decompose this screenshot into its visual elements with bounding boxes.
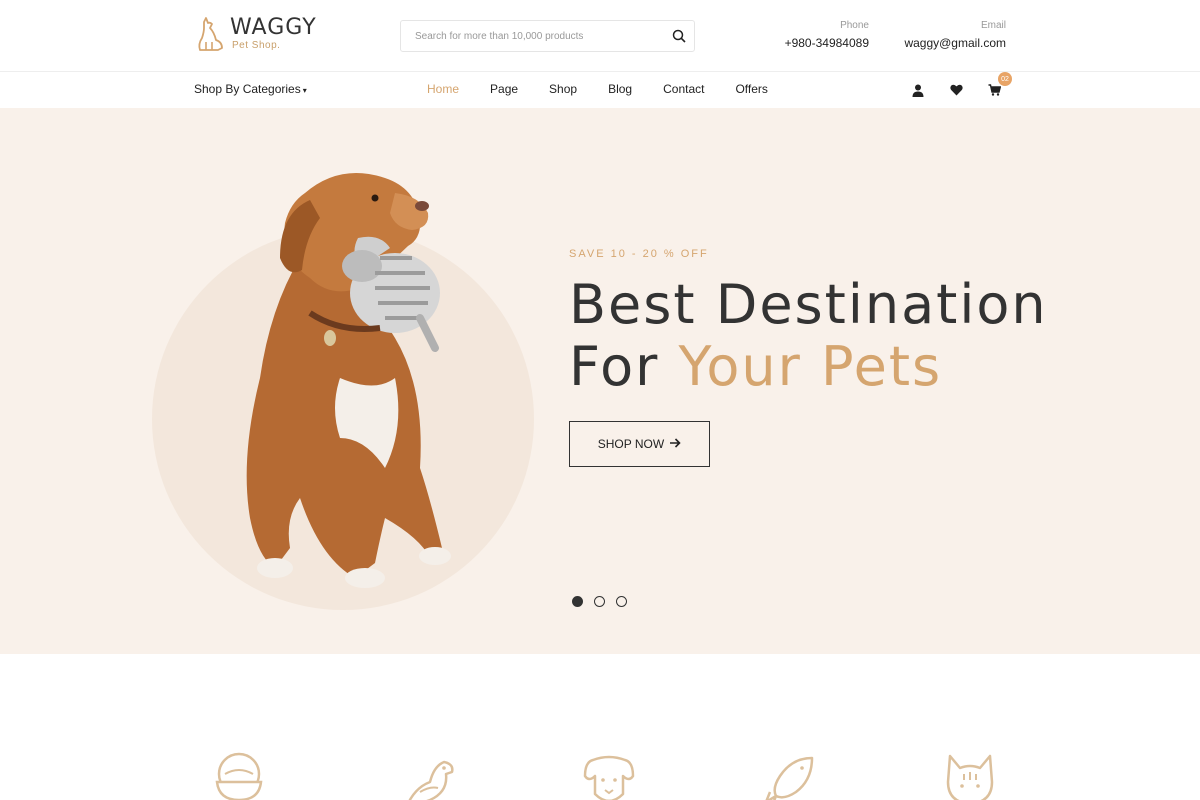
hero-banner: SAVE 10 - 20 % OFF Best Destination For … [0,108,1200,654]
heart-icon[interactable] [944,78,968,102]
cart-icon[interactable]: 02 [982,72,1012,102]
email-value[interactable]: waggy@gmail.com [904,36,1006,50]
brand-name: WAGGY [230,15,317,40]
brand-tagline: Pet Shop. [232,40,281,51]
categories-label: Shop By Categories [194,82,301,96]
email-label: Email [980,20,1006,31]
logo[interactable]: WAGGY Pet Shop. [196,16,317,52]
search-input[interactable] [401,21,664,51]
bowl-icon[interactable] [211,752,267,800]
user-icon[interactable] [906,78,930,102]
fish-icon[interactable] [762,752,818,800]
chevron-down-icon: ▾ [302,86,307,95]
discount-text: SAVE 10 - 20 % OFF [569,248,709,260]
hero-headline: Best Destination For Your Pets [569,274,1048,398]
nav-item-blog[interactable]: Blog [608,82,632,96]
nav-item-home[interactable]: Home [427,82,459,96]
nav-item-shop[interactable]: Shop [549,82,577,96]
carousel-dot-3[interactable] [616,596,627,607]
dog-with-toy-image [246,173,451,588]
carousel-dot-1[interactable] [572,596,583,607]
phone-label: Phone [840,20,869,31]
email-contact: Email waggy@gmail.com [904,20,1006,50]
cart-count-badge: 02 [998,72,1012,86]
search-icon[interactable] [664,21,694,51]
phone-value[interactable]: +980-34984089 [785,36,869,50]
nav-item-page[interactable]: Page [490,82,518,96]
headline-line-1: Best Destination [569,273,1048,336]
arrow-right-icon [670,437,681,451]
shop-by-categories-dropdown[interactable]: Shop By Categories ▾ [194,82,307,96]
nav-menu: Home Page Shop Blog Contact Offers [427,82,799,96]
main-nav: Shop By Categories ▾ Home Page Shop Blog … [0,72,1200,108]
nav-item-contact[interactable]: Contact [663,82,704,96]
carousel-dot-2[interactable] [594,596,605,607]
bird-icon[interactable] [400,752,456,800]
cat-icon[interactable] [942,752,998,800]
nav-item-offers[interactable]: Offers [735,82,767,96]
nav-icons: 02 [892,72,1012,102]
phone-contact: Phone +980-34984089 [785,20,869,50]
dog-icon[interactable] [581,752,637,800]
headline-line-2-accent: Your Pets [678,335,943,398]
carousel-dots [572,596,638,607]
hero-text: SAVE 10 - 20 % OFF Best Destination For … [569,248,1048,398]
top-header: WAGGY Pet Shop. Phone +980-34984089 Emai… [0,0,1200,72]
shop-now-button[interactable]: SHOP NOW [569,421,710,467]
search-bar [400,20,695,52]
category-icons-row [0,654,1200,800]
headline-line-2-plain: For [569,335,679,398]
shop-now-label: SHOP NOW [597,437,665,451]
dog-logo-icon [198,17,223,51]
